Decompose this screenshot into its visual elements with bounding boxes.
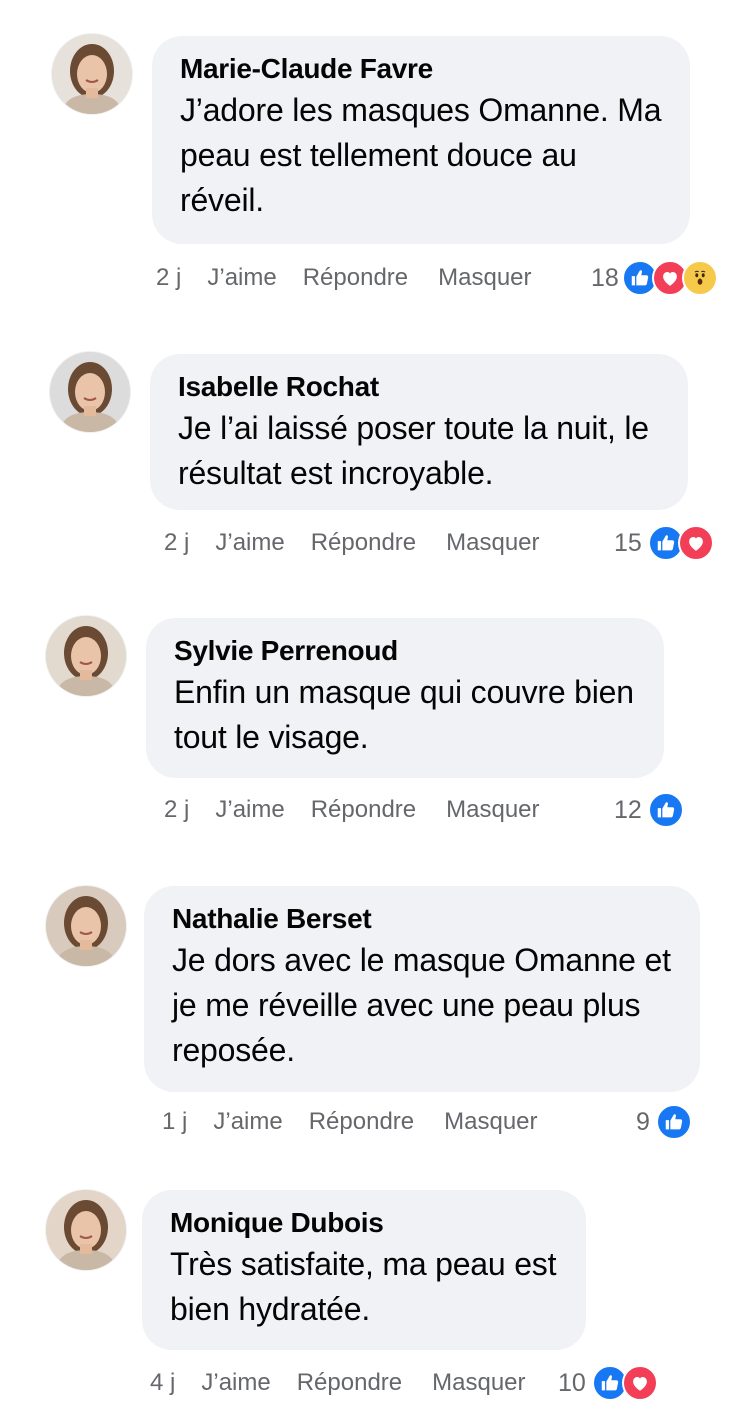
comment-actions: 2 j J’aime Répondre Masquer xyxy=(164,792,540,828)
love-icon xyxy=(678,525,714,561)
comment-bubble: Sylvie Perrenoud Enfin un masque qui cou… xyxy=(146,618,664,778)
comment-author[interactable]: Sylvie Perrenoud xyxy=(174,632,636,670)
hide-button[interactable]: Masquer xyxy=(432,1369,525,1397)
reply-button[interactable]: Répondre xyxy=(309,1108,414,1136)
comment-time[interactable]: 4 j xyxy=(150,1369,175,1397)
like-button[interactable]: J’aime xyxy=(201,1369,270,1397)
like-button[interactable]: J’aime xyxy=(213,1108,282,1136)
comment-text: Enfin un masque qui couvre bien tout le … xyxy=(174,674,634,755)
comment-author[interactable]: Monique Dubois xyxy=(170,1204,558,1242)
like-button[interactable]: J’aime xyxy=(215,796,284,824)
reaction-count[interactable]: 12 xyxy=(614,792,642,828)
comment-time[interactable]: 2 j xyxy=(156,264,181,292)
comment-time[interactable]: 2 j xyxy=(164,529,189,557)
comment-actions: 4 j J’aime Répondre Masquer xyxy=(150,1365,526,1401)
hide-button[interactable]: Masquer xyxy=(446,529,539,557)
comment-bubble: Monique Dubois Très satisfaite, ma peau … xyxy=(142,1190,586,1350)
wow-icon xyxy=(682,260,718,296)
reply-button[interactable]: Répondre xyxy=(297,1369,402,1397)
reply-button[interactable]: Répondre xyxy=(311,529,416,557)
reactions[interactable] xyxy=(622,260,718,296)
comment-text: Je l’ai laissé poser toute la nuit, le r… xyxy=(178,410,649,491)
reaction-count[interactable]: 18 xyxy=(591,260,619,296)
comment-author[interactable]: Isabelle Rochat xyxy=(178,368,660,406)
avatar[interactable] xyxy=(50,352,130,432)
reaction-count[interactable]: 10 xyxy=(558,1365,586,1401)
reactions[interactable] xyxy=(648,792,684,828)
reactions[interactable] xyxy=(592,1365,658,1401)
love-icon xyxy=(622,1365,658,1401)
comment-actions: 2 j J’aime Répondre Masquer xyxy=(164,525,540,561)
like-button[interactable]: J’aime xyxy=(207,264,276,292)
comment-bubble: Nathalie Berset Je dors avec le masque O… xyxy=(144,886,700,1092)
hide-button[interactable]: Masquer xyxy=(438,264,531,292)
comment-text: Très satisfaite, ma peau est bien hydrat… xyxy=(170,1246,557,1327)
comment-text: J’adore les masques Omanne. Ma peau est … xyxy=(180,92,662,218)
comment-author[interactable]: Marie-Claude Favre xyxy=(180,50,662,88)
avatar[interactable] xyxy=(46,886,126,966)
reaction-count[interactable]: 15 xyxy=(614,525,642,561)
hide-button[interactable]: Masquer xyxy=(446,796,539,824)
reply-button[interactable]: Répondre xyxy=(311,796,416,824)
comment-actions: 1 j J’aime Répondre Masquer xyxy=(162,1104,538,1140)
reply-button[interactable]: Répondre xyxy=(303,264,408,292)
comment-time[interactable]: 1 j xyxy=(162,1108,187,1136)
comment-bubble: Isabelle Rochat Je l’ai laissé poser tou… xyxy=(150,354,688,510)
avatar[interactable] xyxy=(52,34,132,114)
comment-actions: 2 j J’aime Répondre Masquer xyxy=(156,260,532,296)
reactions[interactable] xyxy=(648,525,714,561)
comment-text: Je dors avec le masque Omanne et je me r… xyxy=(172,942,671,1068)
like-button[interactable]: J’aime xyxy=(215,529,284,557)
reaction-count[interactable]: 9 xyxy=(636,1104,650,1140)
like-icon xyxy=(648,792,684,828)
comment-bubble: Marie-Claude Favre J’adore les masques O… xyxy=(152,36,690,244)
hide-button[interactable]: Masquer xyxy=(444,1108,537,1136)
avatar[interactable] xyxy=(46,616,126,696)
avatar[interactable] xyxy=(46,1190,126,1270)
like-icon xyxy=(656,1104,692,1140)
comment-author[interactable]: Nathalie Berset xyxy=(172,900,672,938)
comment-time[interactable]: 2 j xyxy=(164,796,189,824)
reactions[interactable] xyxy=(656,1104,692,1140)
